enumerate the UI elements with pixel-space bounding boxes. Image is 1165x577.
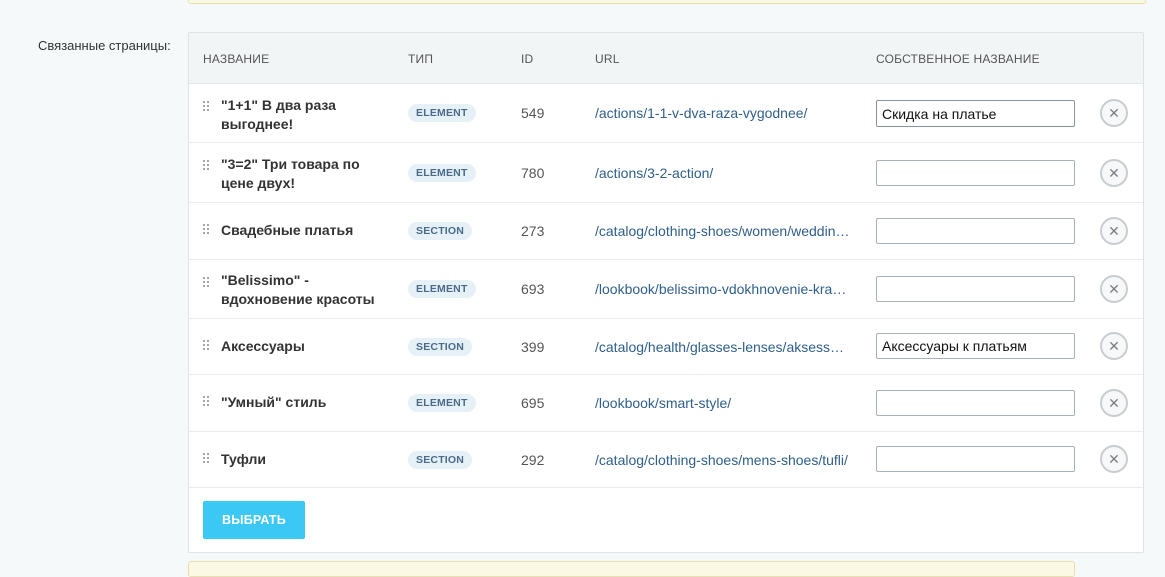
row-name: "Умный" стиль xyxy=(221,394,327,410)
row-name: "1+1" В два раза выгоднее! xyxy=(221,97,336,132)
close-icon[interactable]: ✕ xyxy=(1100,332,1128,360)
close-icon[interactable]: ✕ xyxy=(1100,99,1128,127)
row-url-link[interactable]: /catalog/clothing-shoes/mens-shoes/tufli… xyxy=(595,452,850,468)
row-id: 549 xyxy=(521,105,545,121)
close-icon[interactable]: ✕ xyxy=(1100,217,1128,245)
row-url-link[interactable]: /actions/1-1-v-dva-raza-vygodnee/ xyxy=(595,105,850,121)
row-name: Туфли xyxy=(221,451,267,467)
row-id: 695 xyxy=(521,395,545,411)
column-header-url: URL xyxy=(595,52,620,66)
row-url-link[interactable]: /actions/3-2-action/ xyxy=(595,165,850,181)
own-name-input[interactable] xyxy=(876,160,1075,186)
bottom-notice-strip xyxy=(188,561,1075,577)
drag-handle-icon[interactable] xyxy=(203,160,211,171)
table-row: "Belissimo" - вдохновение красоты ELEMEN… xyxy=(189,260,1143,319)
drag-handle-icon[interactable] xyxy=(203,453,211,464)
own-name-input[interactable] xyxy=(876,333,1075,359)
column-header-name: НАЗВАНИЕ xyxy=(203,52,270,66)
type-badge: ELEMENT xyxy=(408,394,476,412)
column-header-type: ТИП xyxy=(408,52,434,66)
row-name: Аксессуары xyxy=(221,338,305,354)
row-name: "Belissimo" - вдохновение красоты xyxy=(221,272,375,307)
row-url-link[interactable]: /catalog/clothing-shoes/women/wedding-dr… xyxy=(595,223,850,239)
top-notice-strip xyxy=(188,0,1146,4)
own-name-input[interactable] xyxy=(876,446,1075,472)
drag-handle-icon[interactable] xyxy=(203,396,211,407)
table-row: Аксессуары SECTION 399 /catalog/health/g… xyxy=(189,319,1143,375)
row-id: 292 xyxy=(521,452,545,468)
row-id: 273 xyxy=(521,223,545,239)
table-row: Свадебные платья SECTION 273 /catalog/cl… xyxy=(189,203,1143,260)
type-badge: SECTION xyxy=(408,222,473,240)
drag-handle-icon[interactable] xyxy=(203,340,211,351)
field-label: Связанные страницы: xyxy=(38,38,171,53)
drag-handle-icon[interactable] xyxy=(203,277,211,288)
table-row: "3=2" Три товара по цене двух! ELEMENT 7… xyxy=(189,143,1143,203)
type-badge: ELEMENT xyxy=(408,164,476,182)
row-url-link[interactable]: /catalog/health/glasses-lenses/aksessuar… xyxy=(595,339,850,355)
table-row: "1+1" В два раза выгоднее! ELEMENT 549 /… xyxy=(189,84,1143,143)
type-badge: SECTION xyxy=(408,451,473,469)
related-pages-panel: НАЗВАНИЕ ТИП ID URL СОБСТВЕННОЕ НАЗВАНИЕ… xyxy=(188,32,1144,553)
row-name: "3=2" Три товара по цене двух! xyxy=(221,156,360,191)
table-row: Туфли SECTION 292 /catalog/clothing-shoe… xyxy=(189,432,1143,488)
close-icon[interactable]: ✕ xyxy=(1100,445,1128,473)
drag-handle-icon[interactable] xyxy=(203,101,211,112)
type-badge: ELEMENT xyxy=(408,104,476,122)
own-name-input[interactable] xyxy=(876,218,1075,244)
row-id: 693 xyxy=(521,281,545,297)
type-badge: ELEMENT xyxy=(408,280,476,298)
row-id: 780 xyxy=(521,165,545,181)
close-icon[interactable]: ✕ xyxy=(1100,159,1128,187)
close-icon[interactable]: ✕ xyxy=(1100,389,1128,417)
own-name-input[interactable] xyxy=(876,276,1075,302)
table-header: НАЗВАНИЕ ТИП ID URL СОБСТВЕННОЕ НАЗВАНИЕ xyxy=(189,33,1143,84)
select-button[interactable]: ВЫБРАТЬ xyxy=(203,501,305,539)
type-badge: SECTION xyxy=(408,338,473,356)
own-name-input[interactable] xyxy=(876,390,1075,416)
close-icon[interactable]: ✕ xyxy=(1100,275,1128,303)
table-row: "Умный" стиль ELEMENT 695 /lookbook/smar… xyxy=(189,375,1143,432)
drag-handle-icon[interactable] xyxy=(203,224,211,235)
row-id: 399 xyxy=(521,339,545,355)
column-header-own-name: СОБСТВЕННОЕ НАЗВАНИЕ xyxy=(876,52,1040,66)
row-url-link[interactable]: /lookbook/belissimo-vdokhnovenie-krasoty… xyxy=(595,281,850,297)
own-name-input[interactable] xyxy=(876,100,1075,127)
column-header-id: ID xyxy=(521,52,534,66)
row-url-link[interactable]: /lookbook/smart-style/ xyxy=(595,395,850,411)
row-name: Свадебные платья xyxy=(221,222,354,238)
